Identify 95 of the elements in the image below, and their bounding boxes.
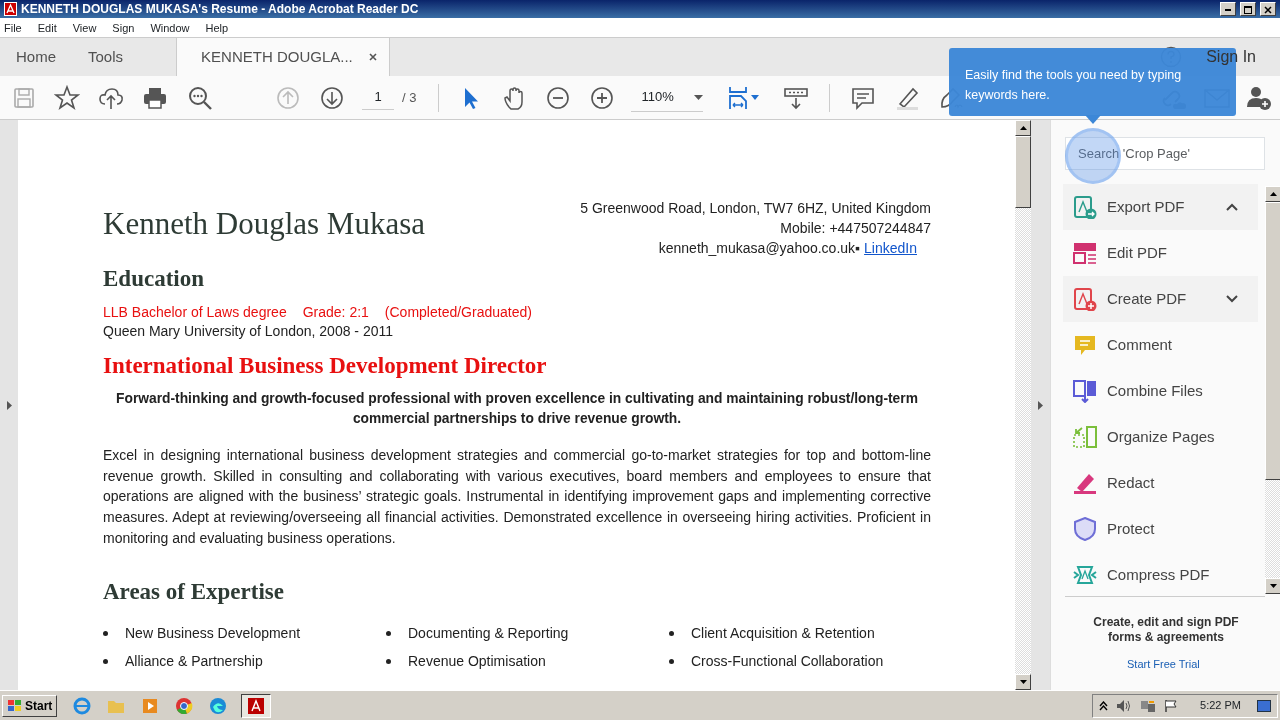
- scroll-thumb[interactable]: [1015, 136, 1031, 208]
- tool-item[interactable]: Edit PDF: [1063, 230, 1258, 276]
- menu-item[interactable]: View: [72, 18, 97, 37]
- candidate-name: Kenneth Douglas Mukasa: [103, 205, 425, 243]
- windows-logo-icon: [7, 698, 23, 713]
- show-desktop-icon[interactable]: [1257, 699, 1271, 712]
- arrow-down-icon: [1019, 680, 1027, 684]
- section-heading: Areas of Expertise: [103, 577, 285, 606]
- edge-icon[interactable]: [209, 696, 228, 715]
- maximize-icon: [1244, 5, 1252, 14]
- job-title: International Business Development Director: [103, 351, 548, 380]
- menu-item[interactable]: Help: [205, 18, 229, 37]
- star-icon[interactable]: [54, 84, 80, 111]
- expertise-item: Alliance & Partnership: [125, 652, 263, 671]
- menu-item[interactable]: Edit: [37, 18, 57, 37]
- expertise-item: New Business Development: [125, 624, 301, 643]
- tool-item[interactable]: Organize Pages: [1063, 414, 1258, 460]
- university-text: Queen Mary University of London, 2008 - 2011: [103, 321, 395, 341]
- summary-text: Forward-thinking and growth-focused professional with proven excellence in cultivating and maintaining robust/long-term commercial partnerships to drive revenue growth.: [115, 390, 919, 428]
- add-user-icon[interactable]: [1246, 84, 1272, 111]
- contact-line: Mobile: +447507244847: [779, 219, 931, 238]
- bullet-icon: [386, 658, 391, 664]
- minimize-button[interactable]: [1220, 2, 1236, 16]
- scroll-down-button[interactable]: [1265, 578, 1280, 594]
- tool-item[interactable]: Create PDF: [1063, 276, 1258, 322]
- tab[interactable]: KENNETH DOUGLA...: [176, 38, 390, 76]
- minimize-icon: [1225, 8, 1231, 11]
- acrobat-icon: [248, 697, 265, 714]
- degree-text: (Completed/Graduated): [384, 302, 532, 322]
- body-paragraph: Excel in designing international business development strategies and commercial go-to-market strategies for top and bottom-line revenue growth. Skilled in consulting and collaborating with various executives, board members and employees to ensure that operations are aligned with the business’ strategic goals. Instrumental in identifying improvement gaps and implementing corrective measures. Adept at reviewing/overseeing all financial activities. Demonstrated excellence in overseeing hiring activities. Proficient in monitoring and evaluating business operations.: [103, 446, 931, 548]
- arrow-down-icon: [1269, 584, 1277, 588]
- chevron-up-icon[interactable]: [1099, 700, 1109, 711]
- bullet-icon: [386, 630, 391, 636]
- expertise-item: Documenting & Reporting: [408, 624, 569, 643]
- media-player-icon[interactable]: [141, 696, 160, 715]
- flag-icon[interactable]: [1164, 698, 1179, 713]
- scroll-down-button[interactable]: [1015, 674, 1031, 690]
- zoom-out-icon[interactable]: [545, 84, 572, 111]
- expertise-item: Client Acquisition & Retention: [691, 624, 875, 643]
- clock-text: 5:22 PM: [1200, 698, 1241, 714]
- scroll-up-button[interactable]: [1015, 120, 1031, 136]
- menu-item[interactable]: File: [4, 18, 22, 37]
- caret-icon[interactable]: [751, 95, 760, 100]
- expertise-item: Cross-Functional Collaboration: [691, 652, 884, 671]
- caret-icon: [694, 94, 704, 100]
- tool-item[interactable]: Combine Files: [1063, 368, 1258, 414]
- bullet-icon: [103, 658, 108, 664]
- promo-text: Create, edit and sign PDF forms & agreements: [1092, 615, 1240, 645]
- arrow-up-icon: [1019, 126, 1027, 130]
- window-title: KENNETH DOUGLAS MUKASA's Resume - Adobe Acrobat Reader DC: [21, 1, 420, 18]
- bullet-icon: [103, 630, 108, 636]
- degree-text: Grade: 2:1: [302, 302, 369, 322]
- focus-highlight: [1065, 128, 1121, 184]
- scroll-thumb[interactable]: [1265, 202, 1280, 480]
- zoom-in-icon[interactable]: [589, 84, 616, 111]
- menu-item[interactable]: Window: [150, 18, 190, 37]
- collapse-arrow-icon[interactable]: [1038, 400, 1043, 410]
- search-field[interactable]: Search 'Crop Page': [1065, 137, 1265, 170]
- speaker-icon[interactable]: [1116, 698, 1133, 713]
- close-button[interactable]: [1260, 2, 1276, 16]
- collapse-chevron-icon[interactable]: [1226, 203, 1238, 211]
- arrow-up-icon: [1269, 192, 1277, 196]
- email-text: kenneth_mukasa@yahoo.co.uk▪: [658, 239, 861, 258]
- close-icon: [1264, 5, 1272, 14]
- network-icon[interactable]: [1140, 698, 1157, 713]
- linkedin-link[interactable]: LinkedIn: [864, 238, 917, 258]
- bullet-icon: [669, 658, 674, 664]
- close-icon[interactable]: [368, 53, 377, 61]
- free-trial-link[interactable]: Start Free Trial: [1127, 656, 1200, 673]
- bullet-icon: [669, 630, 674, 636]
- maximize-button[interactable]: [1240, 2, 1256, 16]
- tool-item[interactable]: Comment: [1063, 322, 1258, 368]
- tab[interactable]: Tools: [72, 38, 140, 76]
- zoom-dropdown[interactable]: 110%: [631, 83, 704, 112]
- tool-item[interactable]: Export PDF: [1063, 184, 1258, 230]
- expand-chevron-icon[interactable]: [1226, 295, 1238, 303]
- acrobat-taskbar-button[interactable]: [241, 693, 272, 718]
- tool-item[interactable]: Protect: [1063, 506, 1258, 552]
- scroll-up-button[interactable]: [1265, 186, 1280, 202]
- page-number-field[interactable]: 1: [362, 85, 394, 110]
- expand-arrow-icon[interactable]: [6, 400, 12, 410]
- expertise-item: Revenue Optimisation: [408, 652, 546, 671]
- chrome-icon[interactable]: [175, 696, 194, 715]
- menu-item[interactable]: Sign: [112, 18, 135, 37]
- degree-text: LLB Bachelor of Laws degree: [103, 302, 287, 322]
- next-page-icon[interactable]: [319, 84, 345, 111]
- tab[interactable]: Home: [0, 38, 72, 76]
- zoom-icon[interactable]: [187, 84, 213, 111]
- tool-item[interactable]: Compress PDF: [1063, 552, 1258, 598]
- contact-line: 5 Greenwood Road, London, TW7 6HZ, United Kingdom: [580, 199, 931, 218]
- page-count: / 3: [402, 88, 417, 107]
- acrobat-icon: [4, 2, 17, 16]
- section-heading: Education: [103, 265, 205, 293]
- tool-item[interactable]: Redact: [1063, 460, 1258, 506]
- start-button[interactable]: Start: [2, 694, 58, 717]
